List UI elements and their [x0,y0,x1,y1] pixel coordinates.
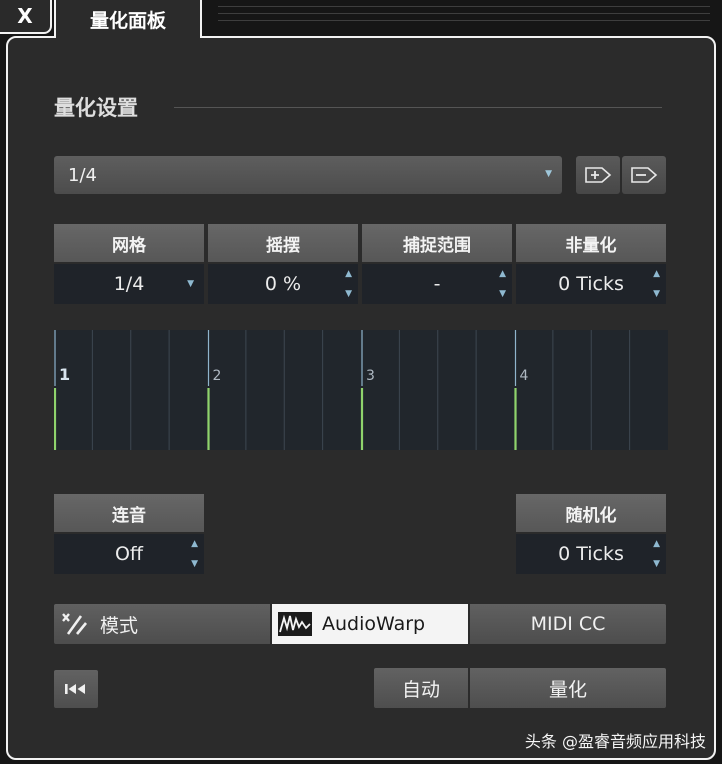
quantize-grid-display[interactable]: 1 2 3 4 [53,330,668,450]
increment-icon[interactable]: ▲ [499,269,506,279]
watermark: 头条 @盈睿音频应用科技 [524,732,706,751]
non-quantize-value: 0 Ticks [558,273,624,295]
non-quantize-stepper[interactable]: 0 Ticks ▲ ▼ [516,264,666,304]
grid-value: 1/4 [113,273,145,295]
add-preset-icon [585,167,612,183]
swing-value: 0 % [264,273,302,295]
capture-range-header: 捕捉范围 [362,224,512,262]
audiowarp-button[interactable]: AudioWarp [272,604,468,644]
chevron-down-icon: ▼ [545,169,552,179]
swing-header-label: 摇摆 [266,235,300,256]
auto-button[interactable]: 自动 [374,668,468,708]
randomize-header: 随机化 [516,494,666,532]
grid-header-label: 网格 [112,235,146,256]
tuplet-value: Off [114,543,144,565]
decrement-icon[interactable]: ▼ [191,559,198,569]
non-quantize-header-label: 非量化 [565,235,617,256]
quantize-label: 量化 [548,678,587,701]
close-tab-button[interactable]: X [0,0,52,34]
grid-svg: 1 2 3 4 [53,330,631,450]
quantize-button[interactable]: 量化 [470,668,666,708]
beat-number-label: 3 [366,368,375,384]
audiowarp-label: AudioWarp [322,613,426,635]
swing-stepper[interactable]: 0 % ▲ ▼ [208,264,358,304]
quantize-mode-icon [62,613,88,635]
swing-header: 摇摆 [208,224,358,262]
tab-bar-divider [218,6,710,28]
randomize-header-label: 随机化 [565,505,617,526]
reset-button[interactable] [54,670,98,708]
tuplet-stepper[interactable]: Off ▲ ▼ [54,534,204,574]
decrement-icon[interactable]: ▼ [653,559,660,569]
section-divider [174,107,662,108]
tab-title: 量化面板 [89,9,166,32]
midi-cc-label: MIDI CC [530,613,606,635]
chevron-down-icon: ▼ [187,279,194,289]
capture-range-header-label: 捕捉范围 [403,235,471,256]
capture-range-value: - [433,273,441,295]
decrement-icon[interactable]: ▼ [653,289,660,299]
preset-select[interactable]: 1/4 ▼ [54,156,562,194]
remove-preset-button[interactable] [622,156,666,194]
mode-label: 模式 [100,614,139,637]
decrement-icon[interactable]: ▼ [345,289,352,299]
remove-preset-icon [631,167,658,183]
section-title: 量化设置 [54,96,138,120]
decrement-icon[interactable]: ▼ [499,289,506,299]
increment-icon[interactable]: ▲ [653,539,660,549]
grid-select[interactable]: 1/4 ▼ [54,264,204,304]
close-label: X [17,4,33,28]
skip-to-start-icon [65,684,85,694]
add-preset-button[interactable] [576,156,620,194]
tuplet-header-label: 连音 [112,505,146,526]
increment-icon[interactable]: ▲ [191,539,198,549]
midi-cc-button[interactable]: MIDI CC [470,604,666,644]
tuplet-header: 连音 [54,494,204,532]
randomize-stepper[interactable]: 0 Ticks ▲ ▼ [516,534,666,574]
randomize-value: 0 Ticks [558,543,624,565]
auto-label: 自动 [401,678,440,701]
grid-header: 网格 [54,224,204,262]
non-quantize-header: 非量化 [516,224,666,262]
capture-range-stepper[interactable]: - ▲ ▼ [362,264,512,304]
audiowarp-icon [278,612,312,636]
beat-number-label: 1 [59,365,70,384]
beat-number-label: 2 [213,368,222,384]
tab-quantize-panel[interactable]: 量化面板 [54,0,202,38]
increment-icon[interactable]: ▲ [653,269,660,279]
mode-button[interactable]: 模式 [54,604,270,644]
preset-value: 1/4 [68,164,97,186]
beat-number-label: 4 [520,368,529,384]
quantize-panel: 量化设置 1/4 ▼ 网格 摇摆 捕捉范围 非量化 1/4 ▼ 0 % ▲ ▼ [6,36,716,760]
increment-icon[interactable]: ▲ [345,269,352,279]
